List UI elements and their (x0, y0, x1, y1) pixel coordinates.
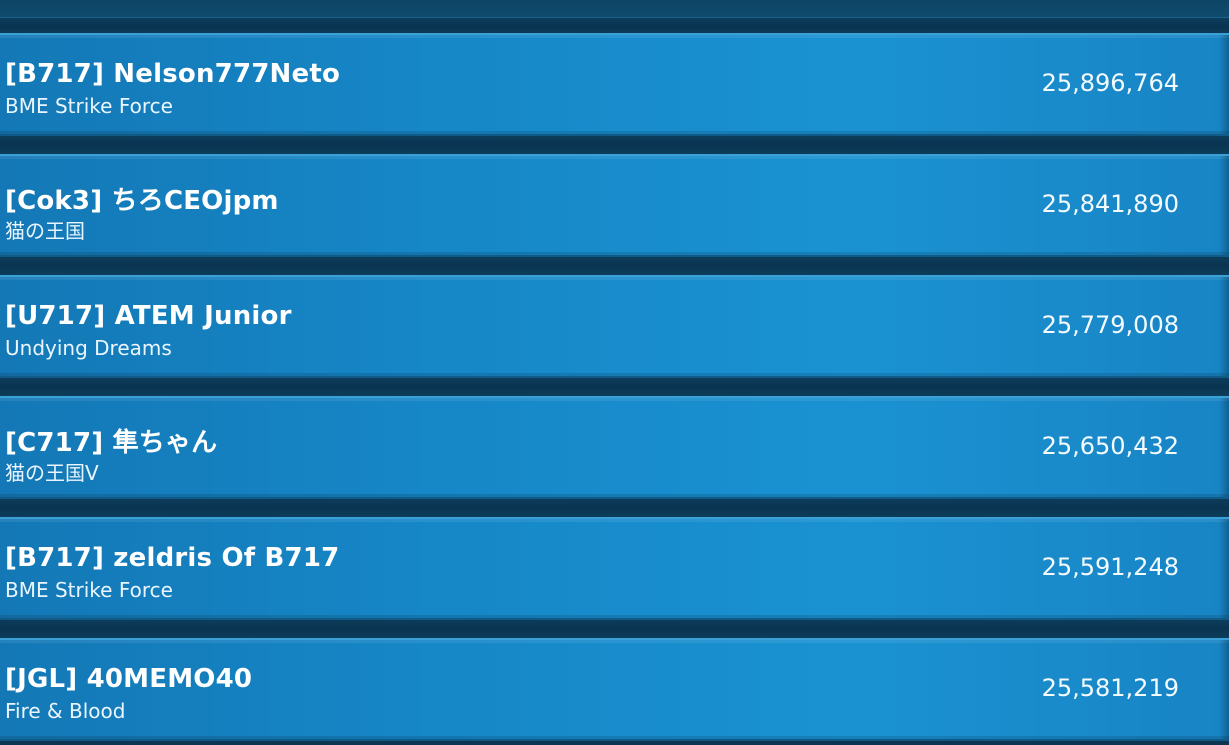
player-name: [U717] ATEM Junior (5, 301, 292, 331)
player-name: [B717] zeldris Of B717 (5, 543, 340, 573)
alliance-name: Fire & Blood (5, 699, 126, 723)
alliance-name: Undying Dreams (5, 336, 172, 360)
leaderboard-row[interactable]: [Cok3] ちろCEOjpm 猫の王国 25,841,890 (0, 154, 1229, 257)
row-separator (0, 499, 1229, 517)
player-name: [JGL] 40MEMO40 (5, 664, 253, 694)
alliance-name: 猫の王国V (5, 461, 99, 485)
alliance-name: 猫の王国 (5, 219, 85, 243)
row-separator (0, 136, 1229, 154)
player-name: [Cok3] ちろCEOjpm (5, 186, 279, 216)
leaderboard-row[interactable]: [JGL] 40MEMO40 Fire & Blood 25,581,219 (0, 638, 1229, 741)
leaderboard-row[interactable]: [C717] 隼ちゃん 猫の王国V 25,650,432 (0, 396, 1229, 499)
row-separator (0, 378, 1229, 396)
player-score: 25,650,432 (1041, 432, 1179, 460)
alliance-name: BME Strike Force (5, 578, 173, 602)
alliance-name: BME Strike Force (5, 94, 173, 118)
leaderboard: [B717] Nelson777Neto BME Strike Force 25… (0, 0, 1229, 745)
player-name: [C717] 隼ちゃん (5, 428, 218, 458)
leaderboard-row[interactable]: [U717] ATEM Junior Undying Dreams 25,779… (0, 275, 1229, 378)
leaderboard-row[interactable]: [B717] zeldris Of B717 BME Strike Force … (0, 517, 1229, 620)
player-score: 25,896,764 (1041, 69, 1179, 97)
player-score: 25,779,008 (1041, 311, 1179, 339)
player-score: 25,581,219 (1041, 674, 1179, 702)
player-name: [B717] Nelson777Neto (5, 59, 341, 89)
row-separator (0, 620, 1229, 638)
player-score: 25,841,890 (1041, 190, 1179, 218)
player-score: 25,591,248 (1041, 553, 1179, 581)
leaderboard-row[interactable]: [B717] Nelson777Neto BME Strike Force 25… (0, 33, 1229, 136)
row-separator (0, 257, 1229, 275)
